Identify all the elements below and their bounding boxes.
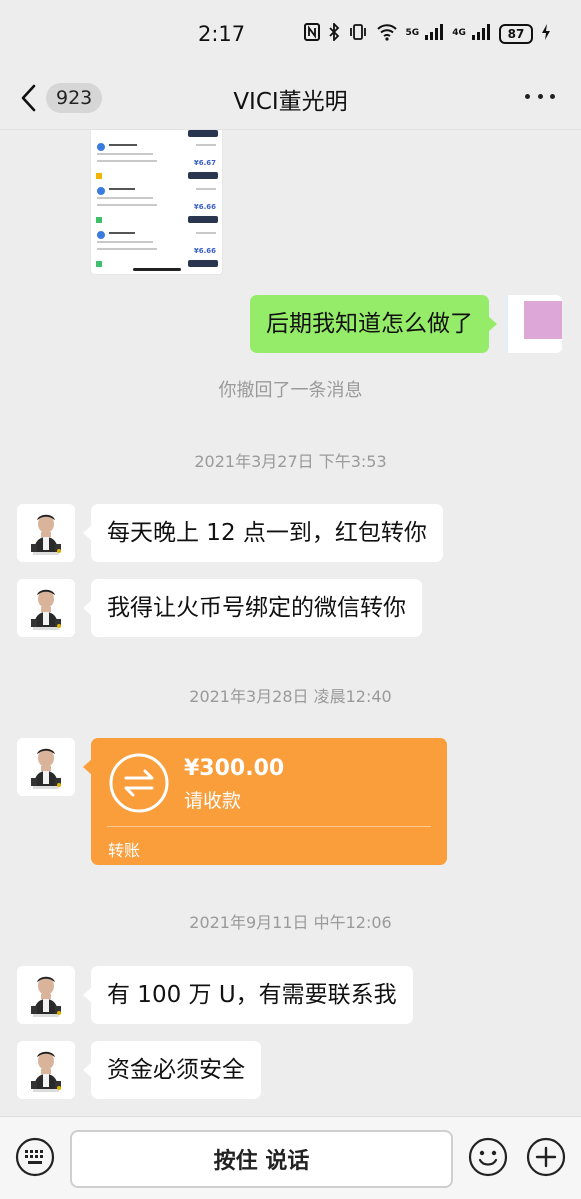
- nfc-icon: [303, 22, 320, 46]
- 4g-signal-icon: 4G: [452, 23, 491, 46]
- thumbnail-row: ¥6.67: [95, 141, 220, 183]
- chat-message-list[interactable]: ¥6.67 ¥6.66 ¥6.66 后期我知道怎么做了 你撤回了一条消息 202…: [0, 130, 581, 1116]
- self-avatar[interactable]: [504, 295, 562, 353]
- chat-title: VICI董光明: [233, 89, 348, 115]
- thumbnail-row: ¥6.66: [95, 185, 220, 227]
- transfer-arrows-icon: [109, 753, 169, 813]
- 5g-label: 5G: [405, 27, 420, 38]
- message-bubble[interactable]: 后期我知道怎么做了: [250, 295, 497, 353]
- 4g-label: 4G: [452, 27, 466, 38]
- keyboard-toggle-button[interactable]: [15, 1137, 55, 1177]
- dot-icon: [550, 93, 555, 99]
- transfer-label: 转账: [108, 841, 141, 860]
- smiley-icon: [468, 1137, 508, 1177]
- status-time: 2:17: [198, 22, 246, 46]
- plus-icon: [526, 1137, 566, 1177]
- vibrate-icon: [348, 23, 368, 46]
- battery-level: 87: [507, 27, 525, 41]
- 5g-signal-icon: 5G: [406, 23, 445, 46]
- status-bar: 2:17 5G 4G 87: [0, 0, 581, 66]
- transfer-card[interactable]: ¥300.00 请收款 转账: [83, 738, 447, 865]
- hold-to-talk-button[interactable]: 按住 说话: [70, 1130, 453, 1188]
- message-bubble[interactable]: 有 100 万 U，有需要联系我: [83, 966, 413, 1024]
- contact-avatar[interactable]: [17, 738, 75, 796]
- more-functions-button[interactable]: [526, 1137, 566, 1177]
- timestamp: 2021年3月28日 凌晨12:40: [189, 687, 392, 706]
- bluetooth-icon: [328, 21, 340, 46]
- message-bubble[interactable]: 资金必须安全: [83, 1041, 261, 1099]
- more-options-button[interactable]: [525, 84, 555, 108]
- timestamp: 2021年9月11日 中午12:06: [189, 913, 392, 932]
- divider: [107, 826, 431, 827]
- thumbnail-row: ¥6.66: [95, 229, 220, 271]
- transfer-amount: ¥300.00: [184, 756, 285, 781]
- message-bubble[interactable]: 每天晚上 12 点一到，红包转你: [83, 504, 443, 562]
- emoji-button[interactable]: [468, 1137, 508, 1177]
- charging-icon: [541, 23, 551, 46]
- timestamp: 2021年3月27日 下午3:53: [194, 452, 387, 471]
- input-bar: 按住 说话: [0, 1116, 581, 1199]
- contact-avatar[interactable]: [17, 966, 75, 1024]
- wifi-icon: [376, 23, 398, 46]
- image-message-thumbnail[interactable]: ¥6.67 ¥6.66 ¥6.66: [90, 130, 223, 275]
- contact-avatar[interactable]: [17, 504, 75, 562]
- message-bubble[interactable]: 我得让火币号绑定的微信转你: [83, 579, 422, 637]
- chat-header: 923 VICI董光明: [0, 66, 581, 130]
- recalled-message-notice: 你撤回了一条消息: [218, 380, 363, 401]
- transfer-status: 请收款: [184, 790, 242, 812]
- dot-icon: [525, 93, 530, 99]
- dot-icon: [537, 93, 543, 99]
- contact-avatar[interactable]: [17, 579, 75, 637]
- status-icons: 5G 4G 87: [303, 21, 552, 46]
- contact-avatar[interactable]: [17, 1041, 75, 1099]
- battery-indicator: 87: [499, 24, 533, 44]
- keyboard-icon: [15, 1137, 55, 1177]
